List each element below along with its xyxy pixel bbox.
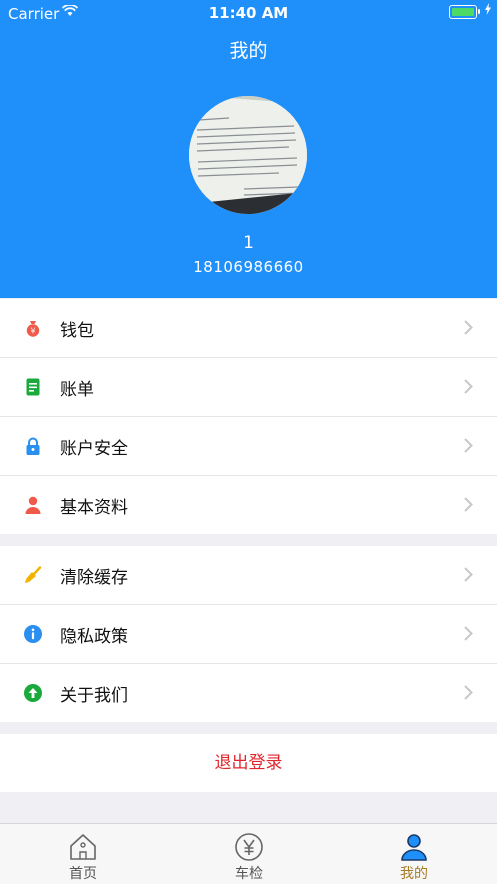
tab-label: 我的 [400,866,428,882]
person-icon [25,496,41,514]
menu-item-security[interactable]: 账户安全 [0,417,497,476]
arrow-up-icon [24,684,42,702]
money-bag-icon: ¥ [26,321,40,337]
avatar-photo [189,96,307,214]
menu-item-label: 清除缓存 [60,568,128,588]
tab-inspection[interactable]: 车检 [166,824,332,884]
chevron-right-icon [464,567,473,582]
menu-item-clear-cache[interactable]: 清除缓存 [0,546,497,605]
chevron-right-icon [464,685,473,700]
user-name: 1 [243,233,254,253]
charging-icon [485,3,491,15]
menu-item-profile[interactable]: 基本资料 [0,476,497,534]
lock-icon [26,437,40,455]
menu-item-label: 账单 [60,380,94,400]
tab-label: 车检 [235,866,263,882]
info-icon [24,625,42,643]
home-icon [70,834,96,860]
logout-button[interactable]: 退出登录 [0,734,497,792]
tab-label: 首页 [69,866,97,882]
menu-item-label: 基本资料 [60,498,128,518]
clock: 11:40 AM [208,4,289,22]
svg-text:¥: ¥ [30,327,35,336]
profile-header: Carrier 11:40 AM 我的 1 18106986660 [0,0,497,298]
menu-item-privacy[interactable]: 隐私政策 [0,605,497,664]
page-title: 我的 [229,40,268,62]
menu-item-about[interactable]: 关于我们 [0,664,497,722]
menu-group-app: 清除缓存 隐私政策 关于我们 [0,546,497,722]
broom-icon [25,566,42,583]
menu-item-wallet[interactable]: ¥ 钱包 [0,299,497,358]
menu-item-label: 钱包 [60,321,94,341]
battery-icon [449,5,480,19]
avatar[interactable] [189,96,307,214]
menu-group-account: ¥ 钱包 账单 账户安全 基本资料 [0,299,497,534]
status-bar: Carrier 11:40 AM [0,0,497,26]
yen-icon [235,833,263,861]
chevron-right-icon [464,320,473,335]
chevron-right-icon [464,438,473,453]
bill-icon [26,378,40,396]
menu-item-label: 隐私政策 [60,627,128,647]
menu-item-label: 关于我们 [60,686,128,706]
menu-item-label: 账户安全 [60,439,128,459]
menu-item-bill[interactable]: 账单 [0,358,497,417]
tab-mine[interactable]: 我的 [331,824,497,884]
tab-home[interactable]: 首页 [0,824,166,884]
chevron-right-icon [464,626,473,641]
chevron-right-icon [464,497,473,512]
user-icon [401,834,427,861]
chevron-right-icon [464,379,473,394]
tab-bar: 首页 车检 我的 [0,823,497,884]
user-phone: 18106986660 [193,258,304,276]
